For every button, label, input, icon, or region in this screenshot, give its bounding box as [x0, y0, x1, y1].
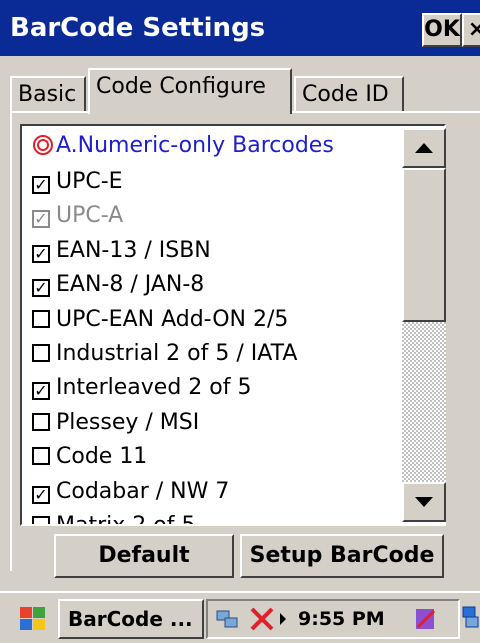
- checkbox-checked-icon[interactable]: ✓: [32, 382, 50, 401]
- list-item[interactable]: UPC-EAN Add-ON 2/5: [32, 302, 288, 338]
- windows-icon[interactable]: [462, 603, 480, 633]
- setup-barcode-button[interactable]: Setup BarCode: [240, 534, 444, 578]
- scroll-thumb[interactable]: [402, 168, 446, 322]
- checkbox-icon[interactable]: [32, 516, 50, 524]
- x-icon[interactable]: [248, 605, 276, 633]
- list-item-label: EAN-8 / JAN-8: [56, 272, 205, 298]
- list-item[interactable]: Code 11: [32, 439, 147, 475]
- taskbar: BarCode ... 9:55 PM: [0, 591, 480, 643]
- windows-flag-icon[interactable]: [6, 599, 54, 639]
- checkbox-icon[interactable]: [32, 344, 50, 362]
- list-item-label: UPC-A: [56, 203, 124, 229]
- scroll-down-button[interactable]: [402, 482, 446, 522]
- list-item-label: Industrial 2 of 5 / IATA: [56, 341, 298, 366]
- list-header: A.Numeric-only Barcodes: [32, 128, 334, 164]
- list-item-label: Codabar / NW 7: [56, 478, 230, 504]
- barcode-list[interactable]: A.Numeric-only Barcodes ✓ UPC-E ✓ UPC-A ✓ EAN…: [20, 124, 446, 526]
- list-item-label: Interleaved 2 of 5: [56, 375, 252, 401]
- tab-code-configure[interactable]: Code Configure: [88, 68, 292, 114]
- list-item[interactable]: ✓ UPC-E: [32, 164, 123, 200]
- network-icon[interactable]: [214, 605, 242, 633]
- list-header-label: A.Numeric-only Barcodes: [56, 133, 334, 158]
- down-arrow-icon: [415, 497, 433, 507]
- list-item-label: EAN-13 / ISBN: [56, 237, 211, 263]
- list-item-label: Matrix 2 of 5: [56, 513, 196, 526]
- tab-strip: Basic Code Configure Code ID: [10, 68, 480, 114]
- checkbox-checked-icon[interactable]: ✓: [32, 244, 50, 263]
- list-item-label: Code 11: [56, 444, 148, 470]
- radio-target-icon: [33, 135, 53, 155]
- list-item[interactable]: ✓ EAN-13 / ISBN: [32, 233, 211, 269]
- system-tray: 9:55 PM: [206, 599, 460, 639]
- ok-button[interactable]: OK: [422, 13, 462, 47]
- title-bar: BarCode Settings OK ×: [0, 0, 480, 56]
- tray-arrow-icon: [280, 613, 286, 625]
- list-item[interactable]: ✓ Codabar / NW 7: [32, 474, 229, 510]
- list-item[interactable]: ✓ EAN-8 / JAN-8: [32, 267, 204, 303]
- tab-basic[interactable]: Basic: [10, 76, 86, 112]
- checkbox-checked-icon[interactable]: ✓: [32, 279, 50, 298]
- task-button[interactable]: BarCode ...: [58, 599, 204, 639]
- tab-code-id[interactable]: Code ID: [294, 76, 404, 112]
- clock[interactable]: 9:55 PM: [298, 601, 385, 637]
- list-item-label: UPC-EAN Add-ON 2/5: [56, 306, 289, 332]
- checkbox-icon[interactable]: [32, 447, 50, 466]
- list-item[interactable]: ✓ UPC-A: [32, 198, 123, 234]
- checkbox-checked-icon[interactable]: ✓: [32, 485, 50, 504]
- list-item[interactable]: Plessey / MSI: [32, 405, 199, 441]
- checkbox-icon[interactable]: [32, 412, 50, 431]
- input-panel-icon[interactable]: [412, 605, 440, 633]
- default-button[interactable]: Default: [54, 534, 234, 578]
- list-item[interactable]: Matrix 2 of 5: [32, 508, 196, 526]
- close-button[interactable]: ×: [462, 13, 480, 47]
- checkbox-checked-icon[interactable]: ✓: [32, 176, 50, 194]
- list-item[interactable]: ✓ Interleaved 2 of 5: [32, 370, 251, 406]
- checkbox-icon[interactable]: [32, 309, 50, 328]
- list-item-label: UPC-E: [56, 169, 123, 194]
- scrollbar[interactable]: [402, 124, 446, 526]
- list-item-label: Plessey / MSI: [56, 409, 200, 435]
- checkbox-checked-icon[interactable]: ✓: [32, 210, 50, 229]
- list-item[interactable]: Industrial 2 of 5 / IATA: [32, 336, 297, 372]
- window-title: BarCode Settings: [10, 13, 266, 43]
- up-arrow-icon: [415, 143, 433, 153]
- scroll-up-button[interactable]: [402, 128, 446, 168]
